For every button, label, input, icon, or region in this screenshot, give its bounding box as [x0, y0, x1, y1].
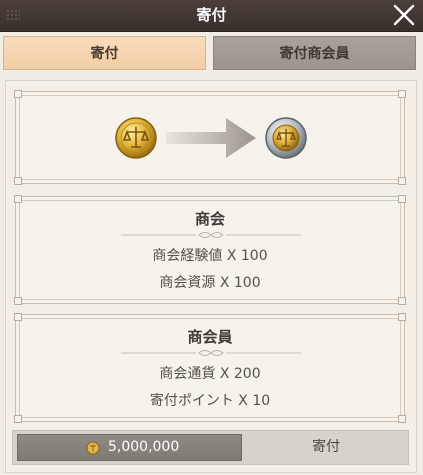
member-reward-1: 商会通貨 X 200: [159, 366, 261, 382]
guild-reward-2: 商会資源 X 100: [159, 275, 261, 291]
footer-bar: 5,000,000 寄付: [12, 430, 409, 465]
gold-coin-icon: [86, 441, 100, 455]
balance-value: 5,000,000: [108, 439, 180, 455]
guild-reward-1: 商会経験値 X 100: [152, 248, 268, 264]
close-icon: [393, 4, 415, 26]
ornament-divider: [121, 232, 301, 238]
member-reward-2: 寄付ポイント X 10: [149, 393, 271, 409]
gold-scale-coin-icon: [115, 117, 157, 159]
title-bar: 寄付: [0, 0, 423, 32]
ornament-divider: [121, 350, 301, 356]
donate-button[interactable]: 寄付: [245, 431, 407, 464]
close-button[interactable]: [391, 2, 417, 28]
tab-donate[interactable]: 寄付: [3, 36, 206, 70]
exchange-card: [14, 90, 406, 185]
member-reward-card: 商会員 商会通貨 X 200 寄付ポイント X 10: [14, 313, 406, 423]
balance-field: 5,000,000: [17, 434, 242, 461]
silver-scale-coin-icon: [265, 117, 307, 159]
guild-reward-card: 商会 商会経験値 X 100 商会資源 X 100: [14, 195, 406, 305]
arrow-right-icon: [166, 118, 256, 158]
window-title: 寄付: [196, 6, 227, 24]
guild-heading: 商会: [194, 210, 225, 228]
member-heading: 商会員: [187, 328, 233, 346]
tab-donate-members[interactable]: 寄付商会員: [213, 36, 416, 70]
